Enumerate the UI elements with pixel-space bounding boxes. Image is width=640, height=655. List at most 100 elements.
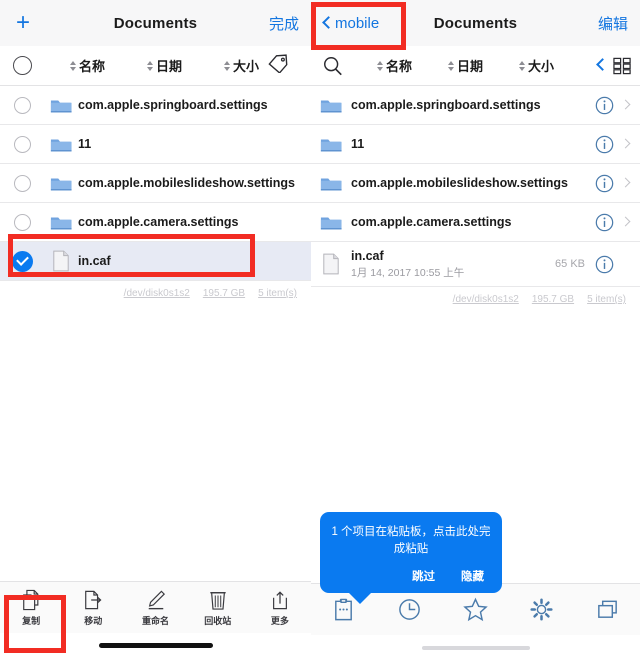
chevron-right-icon[interactable] [620, 98, 632, 112]
row-type-icon [44, 250, 78, 272]
table-row-selected[interactable]: in.caf [0, 242, 311, 281]
tag-filter-button[interactable] [267, 53, 289, 78]
sort-arrows-icon [377, 60, 383, 71]
more-button[interactable]: 更多 [249, 589, 311, 627]
row-type-icon [44, 97, 78, 114]
back-button[interactable]: mobile [323, 15, 379, 32]
copy-button[interactable]: 复制 [0, 589, 62, 627]
row-type-icon [44, 214, 78, 231]
search-button[interactable] [311, 55, 355, 77]
row-checkbox[interactable] [0, 250, 44, 272]
move-label: 移动 [84, 615, 103, 626]
chevron-right-icon[interactable] [620, 215, 632, 229]
tab-settings[interactable] [508, 597, 574, 622]
row-checkbox[interactable] [0, 213, 44, 231]
clock-recent-icon [399, 599, 421, 620]
right-navbar: mobile Documents 编辑 [311, 0, 640, 46]
copy-label: 复制 [22, 615, 41, 626]
popup-hide-button[interactable]: 隐藏 [461, 568, 484, 584]
row-type-icon [311, 97, 351, 114]
edit-button[interactable]: 编辑 [598, 13, 628, 34]
more-label: 更多 [270, 615, 289, 626]
sort-date-label: 日期 [457, 59, 484, 74]
row-checkbox[interactable] [0, 174, 44, 192]
grid-view-icon[interactable] [613, 57, 632, 75]
table-row[interactable]: 11 [0, 125, 311, 164]
chevron-right-icon[interactable] [620, 137, 632, 151]
row-name: in.caf 1月 14, 2017 10:55 上午 [351, 249, 555, 280]
select-all-button[interactable] [0, 56, 44, 75]
sort-name-label: 名称 [79, 59, 106, 74]
row-type-icon [44, 175, 78, 192]
done-button[interactable]: 完成 [269, 13, 299, 34]
row-name: com.apple.mobileslideshow.settings [78, 176, 295, 190]
paste-clipboard-popup[interactable]: 1 个项目在粘贴板，点击此处完成粘贴 跳过 隐藏 [320, 512, 502, 604]
popup-message: 1 个项目在粘贴板，点击此处完成粘贴 [331, 526, 491, 555]
info-icon[interactable] [595, 213, 614, 232]
rename-button[interactable]: 重命名 [124, 589, 186, 627]
row-type-icon [44, 136, 78, 153]
table-row[interactable]: 11 [311, 125, 640, 164]
add-icon[interactable]: + [12, 11, 30, 35]
disk-capacity: 195.7 GB [202, 288, 246, 299]
row-name: com.apple.camera.settings [351, 215, 512, 229]
checkbox-checked-icon [11, 250, 33, 272]
row-name: com.apple.camera.settings [78, 215, 239, 229]
info-icon[interactable] [595, 255, 614, 274]
table-row[interactable]: com.apple.springboard.settings [311, 86, 640, 125]
popup-skip-button[interactable]: 跳过 [412, 568, 435, 584]
sort-by-size[interactable]: 大小 [519, 56, 554, 75]
info-icon[interactable] [595, 174, 614, 193]
sort-by-name[interactable]: 名称 [70, 56, 105, 75]
trash-label: 回收站 [204, 615, 232, 626]
back-button-label: mobile [335, 14, 380, 32]
row-name: com.apple.mobileslideshow.settings [351, 176, 568, 190]
search-icon [324, 56, 342, 75]
sort-arrows-icon [70, 60, 76, 71]
table-row[interactable]: com.apple.mobileslideshow.settings [311, 164, 640, 203]
folder-icon [50, 216, 72, 229]
circle-select-icon [12, 56, 32, 75]
folder-icon [320, 216, 342, 229]
row-checkbox[interactable] [0, 96, 44, 114]
trash-button[interactable]: 回收站 [187, 589, 249, 627]
left-sortbar: 名称 日期 大小 [0, 46, 311, 86]
table-row[interactable]: com.apple.camera.settings [311, 203, 640, 242]
collapse-sortbar-button[interactable] [597, 58, 606, 73]
sort-by-date[interactable]: 日期 [147, 56, 182, 75]
checkbox-unchecked-icon [13, 96, 31, 114]
sort-by-name[interactable]: 名称 [377, 56, 412, 75]
row-name: com.apple.springboard.settings [78, 98, 268, 112]
table-row[interactable]: com.apple.springboard.settings [0, 86, 311, 125]
disk-device: /dev/disk0s1s2 [452, 294, 519, 305]
more-share-icon [272, 590, 287, 609]
chevron-right-icon[interactable] [620, 176, 632, 190]
tab-windows[interactable] [574, 597, 640, 622]
tab-favorites[interactable] [443, 597, 509, 622]
table-row[interactable]: in.caf 1月 14, 2017 10:55 上午 65 KB [311, 242, 640, 287]
rename-icon [148, 590, 165, 609]
row-type-icon [311, 214, 351, 231]
table-row[interactable]: com.apple.mobileslideshow.settings [0, 164, 311, 203]
sort-arrows-icon [147, 60, 154, 71]
info-icon[interactable] [595, 135, 614, 154]
row-checkbox[interactable] [0, 135, 44, 153]
row-name: in.caf [78, 254, 111, 268]
rename-label: 重命名 [142, 615, 170, 626]
sort-by-size[interactable]: 大小 [224, 56, 259, 75]
table-row[interactable]: com.apple.camera.settings [0, 203, 311, 242]
sort-size-label: 大小 [233, 59, 260, 74]
tab-recent[interactable] [377, 597, 443, 622]
checkbox-unchecked-icon [13, 135, 31, 153]
left-file-manager-pane: + Documents 完成 名称 日期 大小 com.apple.spring… [0, 0, 311, 655]
sort-by-date[interactable]: 日期 [448, 56, 483, 75]
left-disk-status: /dev/disk0s1s2 195.7 GB 5 item(s) [0, 281, 311, 299]
move-icon [85, 590, 102, 609]
star-favorites-icon [463, 597, 488, 622]
info-icon[interactable] [595, 96, 614, 115]
move-button[interactable]: 移动 [62, 589, 124, 627]
document-icon [53, 250, 69, 272]
disk-item-count: 5 item(s) [587, 294, 626, 305]
left-navbar: + Documents 完成 [0, 0, 311, 46]
sort-date-label: 日期 [156, 59, 183, 74]
